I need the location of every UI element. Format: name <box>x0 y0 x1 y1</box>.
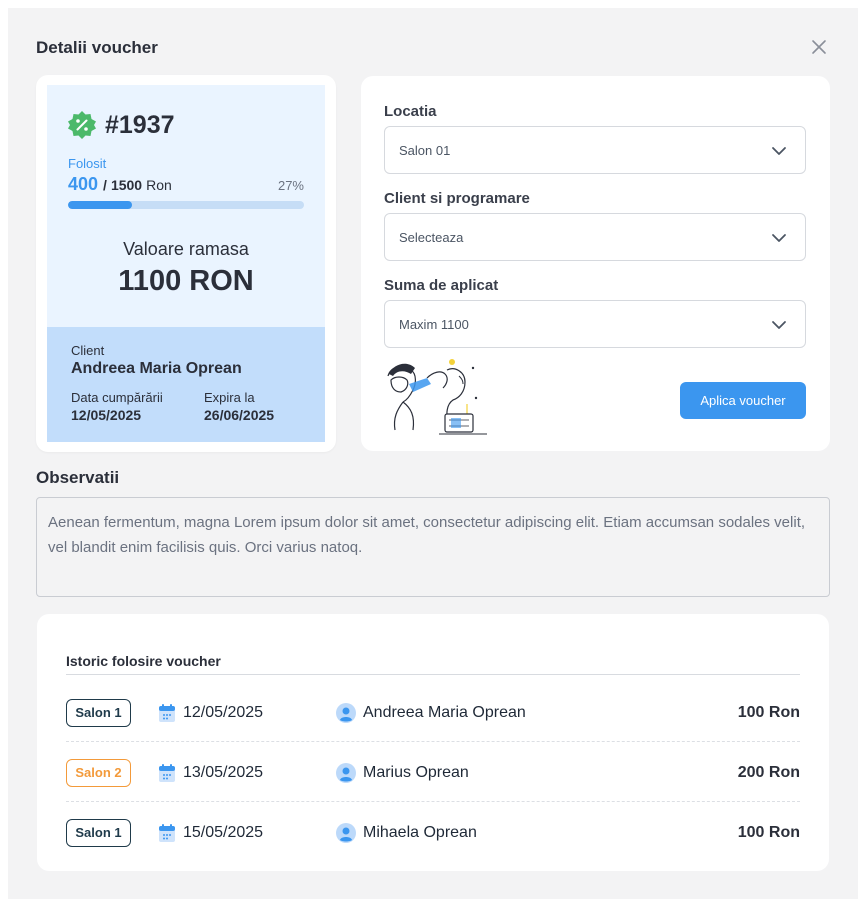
history-row: Salon 1 12/05/2025 Andreea Maria Oprean … <box>66 682 800 742</box>
facial-treatment-illustration <box>387 359 487 435</box>
voucher-number: #1937 <box>105 111 175 139</box>
location-label: Locatia <box>384 103 437 120</box>
expiry-date: 26/06/2025 <box>204 407 275 423</box>
history-amount: 100 Ron <box>737 704 800 721</box>
used-separator: / <box>103 177 107 193</box>
amount-select-value: Maxim 1100 <box>399 317 469 332</box>
history-title: Istoric folosire voucher <box>66 653 221 669</box>
salon-tag[interactable]: Salon 1 <box>66 819 131 847</box>
purchase-date-label: Data cumpărării <box>71 390 163 405</box>
chevron-down-icon <box>772 234 786 242</box>
observations-textarea[interactable]: Aenean fermentum, magna Lorem ipsum dolo… <box>36 497 830 597</box>
history-row: Salon 2 13/05/2025 Marius Oprean 200 Ron <box>66 742 800 802</box>
close-icon[interactable] <box>810 38 828 56</box>
voucher-card: #1937 Folosit 400 / 1500 Ron 27% Valoare… <box>36 75 336 452</box>
used-amount: 400 <box>68 174 99 194</box>
used-label: Folosit <box>68 156 107 171</box>
usage-progress-fill <box>68 201 132 209</box>
history-client: Mihaela Oprean <box>363 824 477 841</box>
purchase-date: 12/05/2025 <box>71 407 142 423</box>
currency-unit: Ron <box>146 177 172 193</box>
expiry-label: Expira la <box>204 390 255 405</box>
history-date: 12/05/2025 <box>183 704 264 721</box>
calendar-icon <box>159 824 175 842</box>
user-avatar-icon <box>336 823 356 843</box>
history-divider <box>66 674 800 675</box>
history-row: Salon 1 15/05/2025 Mihaela Oprean 100 Ro… <box>66 802 800 862</box>
apply-voucher-button[interactable]: Aplica voucher <box>680 382 806 419</box>
calendar-icon <box>159 764 175 782</box>
modal-title: Detalii voucher <box>36 38 158 57</box>
amount-select[interactable]: Maxim 1100 <box>384 300 806 348</box>
client-appointment-label: Client si programare <box>384 190 530 207</box>
discount-badge-icon <box>67 110 97 140</box>
history-client: Marius Oprean <box>363 764 469 781</box>
amount-label: Suma de aplicat <box>384 277 499 294</box>
calendar-icon <box>159 704 175 722</box>
usage-progress-bar <box>68 201 304 209</box>
remaining-value: 1100 RON <box>118 265 254 297</box>
apply-voucher-form: Locatia Salon 01 Client si programare Se… <box>361 76 830 451</box>
salon-tag[interactable]: Salon 1 <box>66 699 131 727</box>
client-appointment-select-value: Selecteaza <box>399 230 464 245</box>
history-amount: 100 Ron <box>737 824 800 841</box>
client-label: Client <box>71 343 105 358</box>
location-select-value: Salon 01 <box>399 143 451 158</box>
location-select[interactable]: Salon 01 <box>384 126 806 174</box>
total-amount: 1500 <box>110 177 143 193</box>
salon-tag[interactable]: Salon 2 <box>66 759 131 787</box>
user-avatar-icon <box>336 763 356 783</box>
client-appointment-select[interactable]: Selecteaza <box>384 213 806 261</box>
usage-summary: 400 / 1500 Ron 27% <box>68 174 304 195</box>
voucher-summary: #1937 Folosit 400 / 1500 Ron 27% Valoare… <box>47 85 325 327</box>
user-avatar-icon <box>336 703 356 723</box>
chevron-down-icon <box>772 321 786 329</box>
history-date: 13/05/2025 <box>183 764 264 781</box>
history-amount: 200 Ron <box>737 764 800 781</box>
history-date: 15/05/2025 <box>183 824 264 841</box>
voucher-details-modal: Detalii voucher #1937 Folosit 400 / 1500 <box>8 8 858 899</box>
usage-history-card: Istoric folosire voucher Salon 1 12/05/2… <box>37 614 829 871</box>
chevron-down-icon <box>772 147 786 155</box>
remaining-label: Valoare ramasa <box>123 239 249 259</box>
history-client: Andreea Maria Oprean <box>363 704 526 721</box>
used-percent: 27% <box>277 178 304 193</box>
client-name: Andreea Maria Oprean <box>71 360 242 377</box>
observations-title: Observatii <box>36 468 120 487</box>
voucher-client-info: Client Andreea Maria Oprean Data cumpără… <box>47 327 325 442</box>
